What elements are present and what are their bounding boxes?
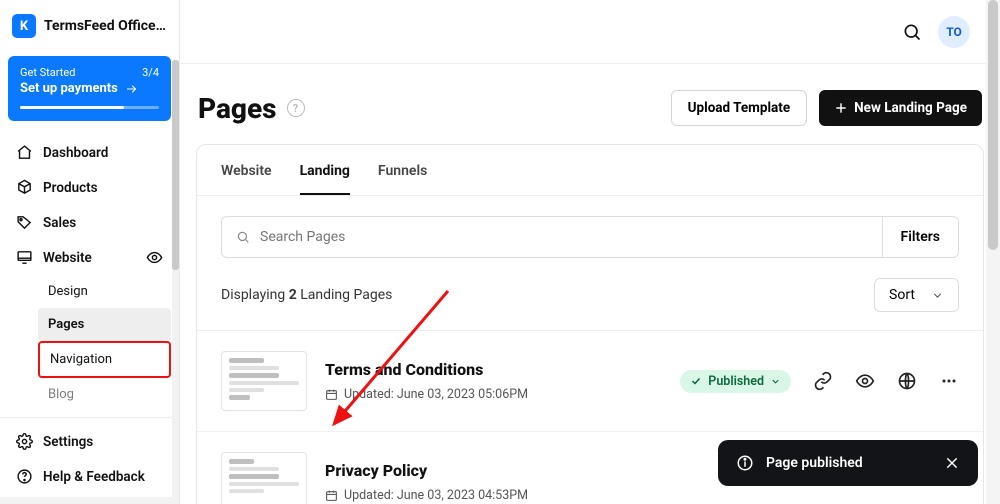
- sidebar-item-label: Design: [48, 284, 88, 299]
- main-scrollbar[interactable]: [986, 0, 1000, 504]
- page-updated: Updated: June 03, 2023 05:06PM: [344, 387, 528, 402]
- subnav-item-design[interactable]: Design: [38, 275, 171, 308]
- page-thumbnail: [221, 351, 307, 411]
- tag-icon: [16, 214, 33, 231]
- tabs: Website Landing Funnels: [197, 145, 983, 196]
- sort-button[interactable]: Sort: [874, 278, 959, 312]
- toast: Page published: [718, 440, 978, 486]
- tab-landing[interactable]: Landing: [300, 163, 350, 195]
- page-header: Pages ? Upload Template New Landing Page: [196, 84, 984, 144]
- help-icon: [16, 468, 33, 485]
- sidebar-item-label: Products: [43, 180, 98, 196]
- arrow-right-icon: [124, 83, 140, 95]
- status-label: Published: [708, 374, 764, 389]
- search-box[interactable]: [221, 216, 882, 258]
- home-icon: [16, 144, 33, 161]
- get-started-label: Get Started: [20, 66, 75, 79]
- get-started-cta: Set up payments: [20, 81, 118, 96]
- sidebar-item-label: Settings: [43, 434, 93, 450]
- subnav-item-blog[interactable]: Blog: [38, 378, 171, 411]
- sidebar-scrollbar[interactable]: [172, 60, 179, 504]
- sidebar-item-label: Help & Feedback: [43, 469, 145, 485]
- more-icon[interactable]: [939, 371, 959, 391]
- status-badge[interactable]: Published: [680, 370, 791, 393]
- new-landing-page-button[interactable]: New Landing Page: [819, 90, 982, 126]
- help-tooltip-icon[interactable]: ?: [287, 99, 305, 117]
- sidebar-item-help[interactable]: Help & Feedback: [8, 459, 171, 494]
- monitor-icon: [16, 249, 33, 266]
- tab-funnels[interactable]: Funnels: [378, 163, 427, 195]
- toast-text: Page published: [766, 455, 863, 471]
- primary-nav: Dashboard Products Sales Website Design …: [0, 131, 179, 415]
- sidebar-item-sales[interactable]: Sales: [8, 205, 171, 240]
- get-started-progress-bar: [20, 106, 159, 109]
- topbar: TO: [180, 0, 1000, 64]
- page-updated: Updated: June 03, 2023 04:53PM: [344, 488, 528, 503]
- eye-icon[interactable]: [855, 371, 875, 391]
- button-label: New Landing Page: [854, 100, 967, 116]
- close-icon[interactable]: [944, 455, 960, 471]
- sidebar-item-label: Sales: [43, 215, 76, 231]
- website-subnav: Design Pages Navigation Blog: [8, 275, 171, 411]
- globe-icon[interactable]: [897, 371, 917, 391]
- page-title: Pages: [198, 92, 277, 125]
- filters-button[interactable]: Filters: [882, 216, 959, 258]
- calendar-icon: [325, 489, 338, 502]
- brand[interactable]: K TermsFeed Office...: [0, 0, 179, 52]
- search-input[interactable]: [260, 229, 868, 245]
- get-started-progress: 3/4: [142, 66, 159, 79]
- list-item[interactable]: Terms and Conditions Updated: June 03, 2…: [197, 331, 983, 432]
- gear-icon: [16, 433, 33, 450]
- cube-icon: [16, 179, 33, 196]
- page-thumbnail: [221, 452, 307, 504]
- chevron-down-icon: [770, 376, 781, 387]
- sidebar-item-label: Pages: [48, 317, 84, 332]
- avatar[interactable]: TO: [938, 16, 970, 48]
- upload-template-button[interactable]: Upload Template: [671, 90, 808, 126]
- page-title: Terms and Conditions: [325, 360, 662, 379]
- main: TO Pages ? Upload Template New Landing P…: [180, 0, 1000, 504]
- result-count: Displaying 2 Landing Pages: [221, 287, 392, 303]
- brand-logo-icon: K: [12, 14, 36, 38]
- tab-website[interactable]: Website: [221, 163, 272, 195]
- get-started-card[interactable]: Get Started 3/4 Set up payments: [8, 56, 171, 121]
- chevron-down-icon: [931, 289, 944, 302]
- sidebar-hscrollbar[interactable]: [0, 497, 172, 504]
- subnav-item-pages[interactable]: Pages: [38, 308, 171, 341]
- sidebar-item-dashboard[interactable]: Dashboard: [8, 135, 171, 170]
- calendar-icon: [325, 388, 338, 401]
- sidebar-item-label: Website: [43, 250, 92, 266]
- sidebar-footer: Settings Help & Feedback: [0, 417, 179, 504]
- search-icon[interactable]: [902, 22, 922, 42]
- link-icon[interactable]: [813, 371, 833, 391]
- check-icon: [690, 375, 702, 387]
- button-label: Sort: [889, 287, 915, 303]
- sidebar-item-label: Blog: [48, 387, 74, 402]
- sidebar-item-label: Dashboard: [43, 145, 108, 161]
- sidebar-item-settings[interactable]: Settings: [8, 424, 171, 459]
- sidebar-item-label: Navigation: [50, 352, 112, 367]
- sidebar-item-website[interactable]: Website: [8, 240, 171, 275]
- eye-icon[interactable]: [146, 249, 163, 266]
- search-icon: [236, 230, 250, 244]
- plus-icon: [834, 101, 848, 115]
- sidebar-item-products[interactable]: Products: [8, 170, 171, 205]
- brand-name: TermsFeed Office...: [44, 18, 167, 34]
- sidebar: K TermsFeed Office... Get Started 3/4 Se…: [0, 0, 180, 504]
- info-icon: [736, 454, 754, 472]
- subnav-item-navigation[interactable]: Navigation: [38, 341, 171, 378]
